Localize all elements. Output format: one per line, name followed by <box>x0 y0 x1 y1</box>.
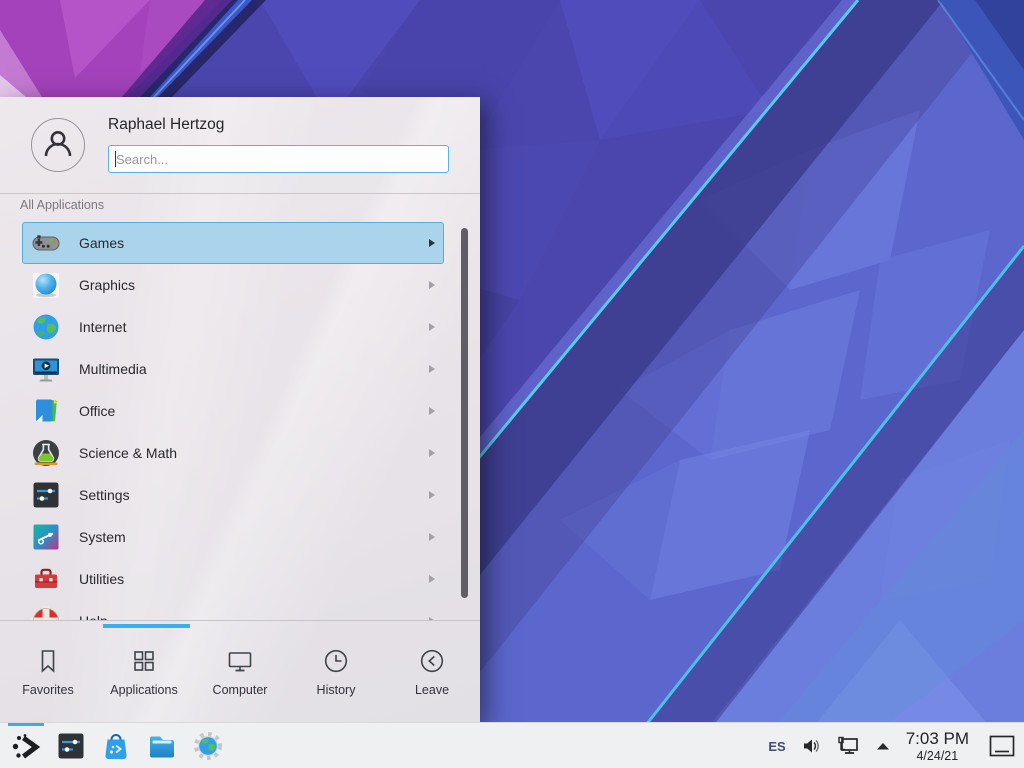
clock-date: 4/24/21 <box>916 749 958 763</box>
settings-icon <box>30 479 62 511</box>
show-desktop-button[interactable] <box>988 734 1016 758</box>
category-utilities[interactable]: Utilities <box>22 558 444 600</box>
text-cursor <box>115 151 116 167</box>
multimedia-icon <box>30 353 62 385</box>
expand-tray-caret-icon[interactable] <box>875 741 891 751</box>
submenu-arrow-icon <box>429 239 435 247</box>
submenu-arrow-icon <box>429 575 435 583</box>
office-icon <box>30 395 62 427</box>
launcher-active-indicator <box>8 723 44 726</box>
tab-applications[interactable]: Applications <box>96 621 192 722</box>
category-label: Multimedia <box>79 361 429 377</box>
category-multimedia[interactable]: Multimedia <box>22 348 444 390</box>
user-icon <box>38 125 78 165</box>
category-label: Games <box>79 235 429 251</box>
category-science-math[interactable]: Science & Math <box>22 432 444 474</box>
search-input[interactable] <box>108 145 449 173</box>
submenu-arrow-icon <box>429 533 435 541</box>
system-settings-icon[interactable] <box>55 730 87 762</box>
applications-icon <box>129 646 159 676</box>
category-internet[interactable]: Internet <box>22 306 444 348</box>
tab-leave[interactable]: Leave <box>384 621 480 722</box>
keyboard-layout-indicator[interactable]: ES <box>768 739 785 754</box>
tab-label: Favorites <box>22 683 73 697</box>
help-icon <box>30 605 62 620</box>
category-games[interactable]: Games <box>22 222 444 264</box>
submenu-arrow-icon <box>429 407 435 415</box>
submenu-arrow-icon <box>429 365 435 373</box>
tab-favorites[interactable]: Favorites <box>0 621 96 722</box>
tab-label: Leave <box>415 683 449 697</box>
clock-time: 7:03 PM <box>906 729 969 748</box>
submenu-arrow-icon <box>429 323 435 331</box>
category-label: System <box>79 529 429 545</box>
taskbar-panel: ES 7:03 PM 4/24/21 <box>0 722 1024 768</box>
category-office[interactable]: Office <box>22 390 444 432</box>
clock[interactable]: 7:03 PM 4/24/21 <box>906 729 969 762</box>
tab-label: History <box>317 683 356 697</box>
leave-icon <box>417 646 447 676</box>
category-list: Games Graphics <box>0 222 480 620</box>
launcher-tabbar: Favorites Applications Computer <box>0 621 480 722</box>
tab-history[interactable]: History <box>288 621 384 722</box>
utilities-icon <box>30 563 62 595</box>
category-label: Internet <box>79 319 429 335</box>
header-separator <box>0 193 480 194</box>
submenu-arrow-icon <box>429 449 435 457</box>
category-settings[interactable]: Settings <box>22 474 444 516</box>
system-tray: ES 7:03 PM 4/24/21 <box>768 723 1024 768</box>
category-label: Help <box>79 613 429 620</box>
kickoff-launcher-icon[interactable] <box>10 730 42 762</box>
desktop: Raphael Hertzog All Applications Games <box>0 0 1024 768</box>
dolphin-icon[interactable] <box>146 730 178 762</box>
category-label: Utilities <box>79 571 429 587</box>
internet-icon <box>30 311 62 343</box>
tab-label: Applications <box>110 683 177 697</box>
tab-label: Computer <box>213 683 268 697</box>
volume-icon[interactable] <box>801 736 821 756</box>
network-icon[interactable] <box>836 735 860 757</box>
category-label: Graphics <box>79 277 429 293</box>
category-label: Science & Math <box>79 445 429 461</box>
user-name: Raphael Hertzog <box>108 116 224 134</box>
graphics-icon <box>30 269 62 301</box>
user-avatar[interactable] <box>31 118 85 172</box>
history-icon <box>321 646 351 676</box>
science-icon <box>30 437 62 469</box>
favorites-icon <box>33 646 63 676</box>
computer-icon <box>225 646 255 676</box>
category-graphics[interactable]: Graphics <box>22 264 444 306</box>
category-label: Office <box>79 403 429 419</box>
category-system[interactable]: System <box>22 516 444 558</box>
tab-computer[interactable]: Computer <box>192 621 288 722</box>
system-icon <box>30 521 62 553</box>
discover-icon[interactable] <box>100 730 132 762</box>
web-browser-icon[interactable] <box>192 730 224 762</box>
application-launcher-popup: Raphael Hertzog All Applications Games <box>0 97 480 722</box>
games-icon <box>30 227 62 259</box>
submenu-arrow-icon <box>429 491 435 499</box>
section-label: All Applications <box>20 198 104 212</box>
category-help[interactable]: Help <box>22 600 444 620</box>
category-label: Settings <box>79 487 429 503</box>
scrollbar[interactable] <box>461 228 468 598</box>
submenu-arrow-icon <box>429 281 435 289</box>
